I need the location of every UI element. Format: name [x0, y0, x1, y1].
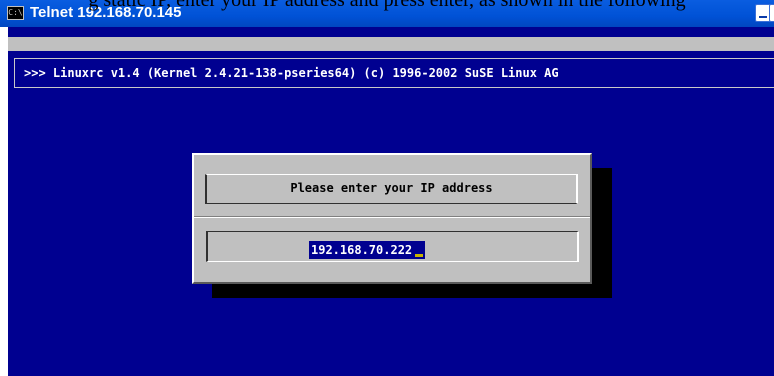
linuxrc-header: >>> Linuxrc v1.4 (Kernel 2.4.21-138-pser…	[24, 66, 559, 80]
terminal-top-strip	[8, 37, 774, 51]
ip-address-input[interactable]: 192.168.70.222	[309, 241, 426, 259]
document-instruction-text: g static IP, enter your IP address and p…	[88, 0, 686, 11]
ip-address-value: 192.168.70.222	[311, 243, 413, 257]
dialog-separator	[194, 216, 590, 218]
text-cursor	[415, 254, 424, 257]
ip-dialog	[192, 153, 592, 284]
telnet-window: C:\ Telnet 192.168.70.145 >>> Linuxrc v1…	[0, 0, 774, 376]
ip-prompt-label: Please enter your IP address	[290, 181, 493, 195]
